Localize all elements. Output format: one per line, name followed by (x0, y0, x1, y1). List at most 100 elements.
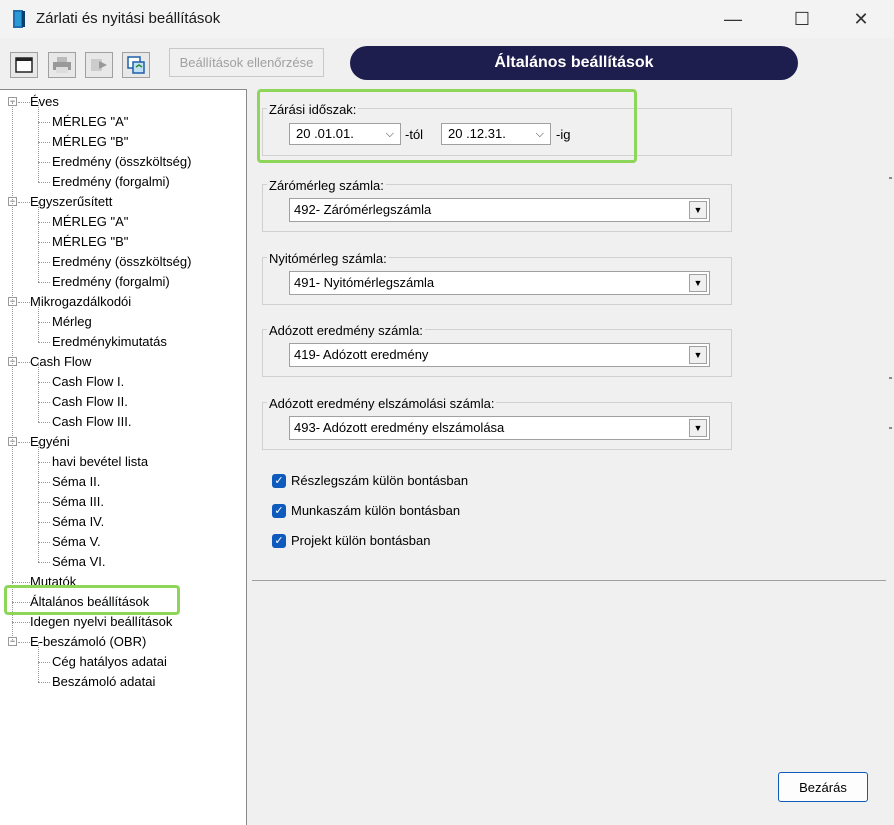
taxed-result-select[interactable]: 419- Adózott eredmény ▼ (289, 343, 710, 367)
tree-connector (38, 642, 39, 682)
scroll-marker (889, 177, 892, 179)
project-checkbox-label: Projekt külön bontásban (291, 533, 431, 548)
tree-item[interactable]: Mérleg (52, 312, 92, 332)
tree-connector (38, 222, 50, 223)
tree-item[interactable]: MÉRLEG "A" (52, 212, 128, 232)
settlement-select[interactable]: 493- Adózott eredmény elszámolása ▼ (289, 416, 710, 440)
export-arrow-icon (91, 59, 107, 71)
tree-item[interactable]: MÉRLEG "A" (52, 112, 128, 132)
tree-connector (38, 282, 50, 283)
closing-account-select[interactable]: 492- Zárómérlegszámla ▼ (289, 198, 710, 222)
tree-connector (38, 442, 39, 562)
tree-item[interactable]: Séma IV. (52, 512, 104, 532)
worknumber-checkbox[interactable]: ✓ (272, 504, 286, 518)
tree-item[interactable]: Séma III. (52, 492, 104, 512)
tree-group[interactable]: Egyéni (30, 432, 70, 452)
new-window-button[interactable] (10, 52, 38, 78)
refresh-window-icon (127, 56, 145, 74)
tree-connector (38, 202, 39, 282)
scroll-marker (889, 427, 892, 429)
selection-highlight (4, 585, 180, 615)
tree-item[interactable]: Cash Flow I. (52, 372, 124, 392)
app-icon (13, 10, 25, 28)
worknumber-checkbox-label: Munkaszám külön bontásban (291, 503, 461, 518)
tree-connector (38, 262, 50, 263)
tree-item[interactable]: MÉRLEG "B" (52, 232, 128, 252)
tree-connector (18, 442, 30, 443)
tree-item[interactable]: Séma V. (52, 532, 101, 552)
tree-connector (38, 302, 39, 342)
project-checkbox[interactable]: ✓ (272, 534, 286, 548)
refresh-button[interactable] (122, 52, 150, 78)
tree-item[interactable]: Séma VI. (52, 552, 105, 572)
tree-connector (38, 482, 50, 483)
tree-connector (38, 242, 50, 243)
tree-connector (38, 122, 50, 123)
tree-item[interactable]: Séma II. (52, 472, 100, 492)
toolbar: Beállítások ellenőrzése Általános beállí… (0, 38, 894, 90)
tree-connector (38, 522, 50, 523)
maximize-button[interactable]: ☐ (779, 0, 825, 38)
dropdown-arrow-icon[interactable]: ▼ (689, 274, 707, 292)
tree-connector (38, 342, 50, 343)
tree-item[interactable]: Eredmény (forgalmi) (52, 272, 170, 292)
printer-icon (53, 57, 71, 73)
tree-item[interactable]: MÉRLEG "B" (52, 132, 128, 152)
export-button[interactable] (85, 52, 113, 78)
tree-connector (12, 582, 30, 583)
minimize-button[interactable]: — (710, 0, 756, 38)
opening-account-label: Nyitómérleg számla: (267, 251, 389, 266)
tree-connector (38, 142, 50, 143)
tree-connector (18, 302, 30, 303)
check-settings-button[interactable]: Beállítások ellenőrzése (169, 48, 324, 77)
dropdown-arrow-icon[interactable]: ▼ (689, 346, 707, 364)
title-bar: Zárlati és nyitási beállítások — ☐ ✕ (0, 0, 894, 38)
settlement-label: Adózott eredmény elszámolási számla: (267, 396, 497, 411)
closing-account-label: Zárómérleg számla: (267, 178, 386, 193)
tree-connector (38, 402, 50, 403)
tree-connector (18, 102, 30, 103)
period-highlight (257, 89, 637, 163)
tree-group[interactable]: Éves (30, 92, 59, 112)
tree-item[interactable]: Eredmény (forgalmi) (52, 172, 170, 192)
close-window-button[interactable]: ✕ (838, 0, 884, 38)
opening-account-select[interactable]: 491- Nyitómérlegszámla ▼ (289, 271, 710, 295)
tree-item[interactable]: Eredménykimutatás (52, 332, 167, 352)
department-checkbox[interactable]: ✓ (272, 474, 286, 488)
department-checkbox-label: Részlegszám külön bontásban (291, 473, 469, 488)
tree-group[interactable]: Mikrogazdálkodói (30, 292, 131, 312)
tree-group[interactable]: E-beszámoló (OBR) (30, 632, 146, 652)
tree-group[interactable]: Cash Flow (30, 352, 91, 372)
tree-connector (38, 322, 50, 323)
tree-connector (38, 362, 39, 422)
tree-connector (38, 382, 50, 383)
tree-connector (38, 502, 50, 503)
tree-connector (38, 542, 50, 543)
dropdown-arrow-icon[interactable]: ▼ (689, 201, 707, 219)
dropdown-arrow-icon[interactable]: ▼ (689, 419, 707, 437)
tree-item[interactable]: Cég hatályos adatai (52, 652, 167, 672)
tree-group[interactable]: Egyszerűsített (30, 192, 112, 212)
tree-item[interactable]: Cash Flow III. (52, 412, 131, 432)
close-button[interactable]: Bezárás (778, 772, 868, 802)
tree-item[interactable]: Cash Flow II. (52, 392, 128, 412)
tree-item[interactable]: Eredmény (összköltség) (52, 252, 191, 272)
tree-connector (38, 662, 50, 663)
tree-connector (12, 622, 30, 623)
divider (252, 580, 886, 581)
tree-item[interactable]: Eredmény (összköltség) (52, 152, 191, 172)
window-title: Zárlati és nyitási beállítások (36, 10, 221, 27)
tree-connector (18, 642, 30, 643)
navigation-tree: − Éves MÉRLEG "A" MÉRLEG "B" Eredmény (összk… (0, 89, 247, 825)
tree-connector (38, 182, 50, 183)
tree-connector (38, 682, 50, 683)
tree-connector (18, 362, 30, 363)
tree-connector (38, 562, 50, 563)
tree-item[interactable]: havi bevétel lista (52, 452, 148, 472)
tree-item-idegen[interactable]: Idegen nyelvi beállítások (30, 612, 172, 632)
tree-item[interactable]: Beszámoló adatai (52, 672, 155, 692)
taxed-result-label: Adózott eredmény számla: (267, 323, 425, 338)
tree-connector (18, 202, 30, 203)
print-button[interactable] (48, 52, 76, 78)
window-icon (15, 57, 33, 73)
